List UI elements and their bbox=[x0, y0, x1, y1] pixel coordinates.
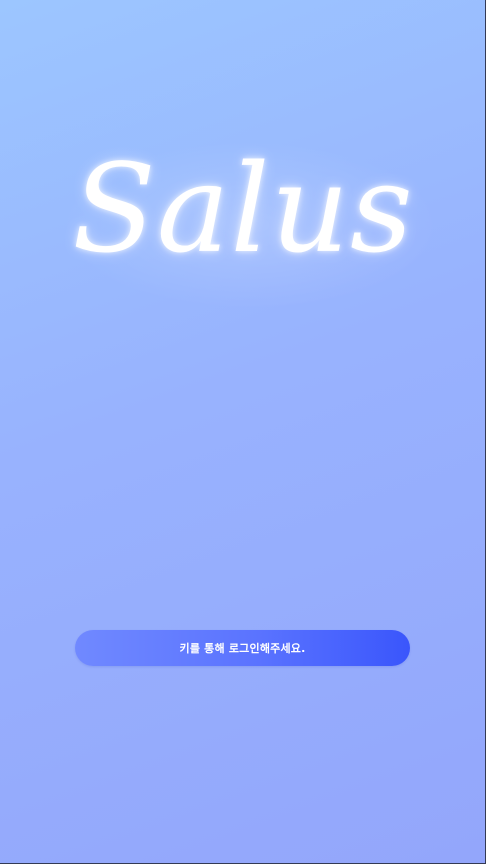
login-screen: Salus 키를 통해 로그인해주세요. bbox=[0, 0, 486, 864]
key-login-button-label: 키를 통해 로그인해주세요. bbox=[179, 642, 306, 655]
app-logo: Salus bbox=[72, 138, 414, 280]
key-login-button[interactable]: 키를 통해 로그인해주세요. bbox=[75, 630, 410, 666]
